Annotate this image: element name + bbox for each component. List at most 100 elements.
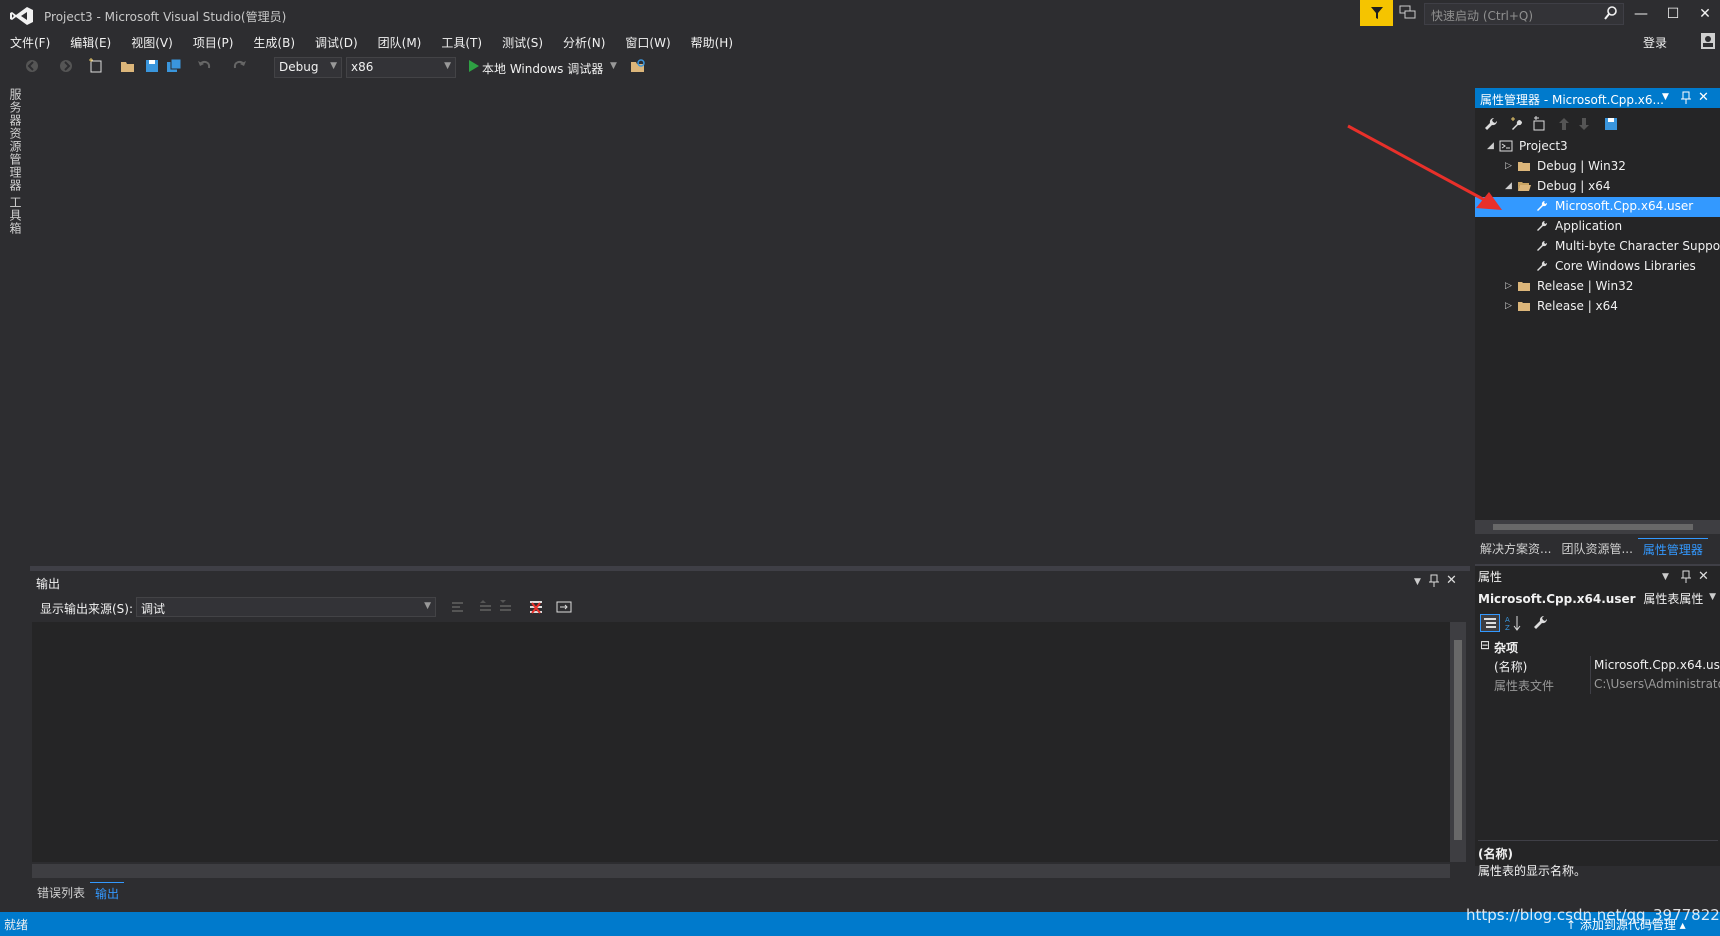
panel-menu-chevron-icon[interactable]: ▼ [1414,577,1421,587]
undo-icon[interactable] [196,58,212,74]
quick-launch-input[interactable]: 快速启动 (Ctrl+Q) [1424,3,1624,25]
go-previous-message-icon[interactable] [478,599,494,615]
platform-value: x86 [351,60,374,74]
status-text: 就绪 [4,918,29,932]
move-down-icon[interactable] [1577,116,1591,132]
property-description: (名称) 属性表的显示名称。 [1478,840,1718,880]
save-icon[interactable] [144,58,160,74]
go-next-message-icon[interactable] [498,599,514,615]
login-link[interactable]: 登录 [1643,34,1667,51]
chevron-down-icon[interactable]: ▼ [610,61,617,71]
search-icon[interactable] [1604,6,1618,20]
pin-icon[interactable] [1680,570,1692,584]
tab-team-explorer[interactable]: 团队资源管... [1556,538,1637,560]
chevron-down-icon: ▼ [444,61,451,71]
menu-debug[interactable]: 调试(D) [305,32,368,52]
output-text-area[interactable] [32,622,1450,862]
start-debugging-button[interactable]: 本地 Windows 调试器 [482,60,603,77]
collapse-box-icon[interactable]: ⊟ [1480,638,1490,652]
menu-test[interactable]: 测试(S) [492,32,553,52]
wrench-icon [1537,260,1548,271]
tab-solution-explorer[interactable]: 解决方案资... [1475,538,1556,560]
tree-item-release-win32[interactable]: ▷ Release | Win32 [1475,277,1720,297]
property-row-sheet-file[interactable]: 属性表文件 C:\Users\Administrato [1478,675,1720,694]
menu-bar: 文件(F) 编辑(E) 视图(V) 项目(P) 生成(B) 调试(D) 团队(M… [0,32,743,52]
close-property-manager-icon[interactable]: ✕ [1698,90,1709,105]
menu-edit[interactable]: 编辑(E) [60,32,121,52]
property-pages-wrench-icon[interactable] [1532,614,1550,632]
notification-filter-button[interactable] [1360,0,1393,26]
find-in-files-icon[interactable] [630,58,646,74]
close-output-panel-icon[interactable]: ✕ [1446,573,1457,588]
properties-object-name: Microsoft.Cpp.x64.user [1478,592,1636,606]
panel-menu-chevron-icon[interactable]: ▼ [1662,572,1669,582]
properties-object-selector[interactable]: Microsoft.Cpp.x64.user 属性表属性 ▼ [1478,590,1718,607]
menu-window[interactable]: 窗口(W) [615,32,680,52]
panel-menu-chevron-icon[interactable]: ▼ [1662,92,1669,102]
start-debugging-icon[interactable] [466,58,482,74]
property-name: (名称) [1494,660,1528,674]
output-horizontal-scrollbar[interactable] [32,864,1450,878]
categorized-view-icon[interactable] [1480,614,1500,632]
chevron-down-icon: ▼ [1709,592,1716,602]
open-file-icon[interactable] [120,58,136,74]
toggle-word-wrap-icon[interactable] [556,599,572,615]
maximize-button[interactable]: ☐ [1656,2,1690,26]
close-properties-icon[interactable]: ✕ [1698,569,1709,584]
server-explorer-tab[interactable]: 服务器资源管理器 [8,88,24,192]
property-category-misc[interactable]: ⊟ 杂项 [1478,637,1720,656]
property-row-name[interactable]: (名称) Microsoft.Cpp.x64.us [1478,656,1720,675]
watermark-text: https://blog.csdn.net/qq_39778226 [1466,906,1720,924]
move-up-icon[interactable] [1557,116,1571,132]
menu-help[interactable]: 帮助(H) [681,32,743,52]
standard-toolbar [0,54,1720,80]
alphabetical-sort-icon[interactable]: AZ [1504,614,1522,632]
property-column-divider [1590,656,1591,675]
solution-platform-dropdown[interactable]: x86 ▼ [346,57,456,78]
clear-all-icon[interactable] [528,599,544,615]
menu-tools[interactable]: 工具(T) [431,32,492,52]
minimize-button[interactable]: — [1624,2,1658,26]
collapsed-triangle-icon[interactable]: ▷ [1505,281,1512,291]
tree-item-release-x64[interactable]: ▷ Release | x64 [1475,297,1720,317]
solution-configuration-dropdown[interactable]: Debug ▼ [274,57,342,78]
window-title: Project3 - Microsoft Visual Studio(管理员) [44,10,287,24]
close-window-button[interactable]: ✕ [1688,2,1720,26]
configuration-value: Debug [279,60,319,74]
menu-team[interactable]: 团队(M) [368,32,432,52]
status-bar [0,912,1720,936]
collapsed-triangle-icon[interactable]: ▷ [1505,301,1512,311]
output-source-dropdown[interactable]: 调试 ▼ [136,597,436,617]
menu-view[interactable]: 视图(V) [121,32,183,52]
navigate-forward-icon[interactable] [58,58,74,74]
svg-text:A: A [1505,616,1510,624]
property-manager-scroll-thumb[interactable] [1493,524,1693,530]
pin-icon[interactable] [1428,574,1440,588]
menu-analyze[interactable]: 分析(N) [553,32,615,52]
bottom-panel-tabs: 错误列表 输出 [32,882,125,904]
pin-icon[interactable] [1680,91,1692,105]
property-description-title: (名称) [1478,847,1513,861]
menu-file[interactable]: 文件(F) [0,32,60,52]
property-column-divider [1590,675,1591,694]
redo-icon[interactable] [232,58,248,74]
tab-error-list[interactable]: 错误列表 [32,882,90,904]
menu-build[interactable]: 生成(B) [243,32,305,52]
navigate-back-icon[interactable] [24,58,40,74]
output-scroll-thumb[interactable] [1454,640,1462,840]
find-message-icon[interactable] [450,599,466,615]
toolbox-tab[interactable]: 工具箱 [8,196,24,235]
save-icon[interactable] [1603,116,1619,132]
feedback-icon[interactable] [1399,5,1417,21]
account-icon[interactable] [1700,32,1716,50]
tree-item-multibyte-character-support[interactable]: Multi-byte Character Support [1475,237,1720,257]
tree-item-core-windows-libraries[interactable]: Core Windows Libraries [1475,257,1720,277]
tree-item-application[interactable]: Application [1475,217,1720,237]
tab-property-manager[interactable]: 属性管理器 [1637,538,1708,560]
wrench-icon [1537,220,1548,231]
wrench-icon [1537,240,1548,251]
new-project-icon[interactable] [88,58,104,74]
tab-output[interactable]: 输出 [90,882,125,904]
menu-project[interactable]: 项目(P) [183,32,244,52]
save-all-icon[interactable] [166,58,182,74]
